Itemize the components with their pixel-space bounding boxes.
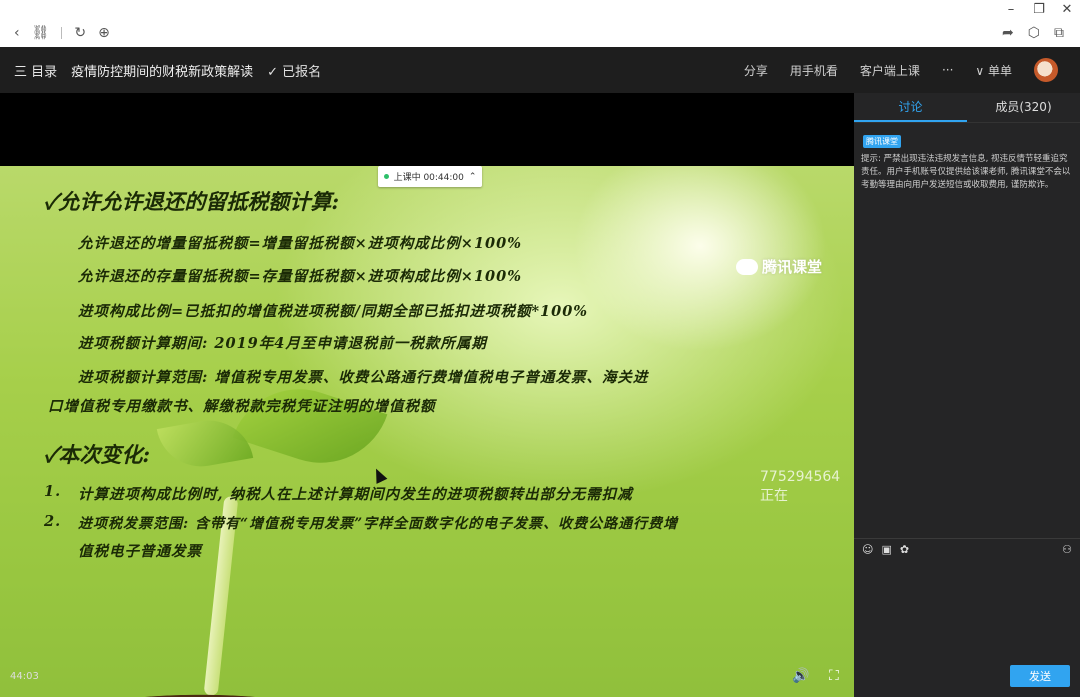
- slide-line-4: 进项税额计算期间: 2019年4月至申请退税前一税款所属期: [78, 335, 487, 352]
- image-icon[interactable]: ▣: [881, 543, 891, 556]
- chat-sidebar: 讨论 成员(320) 腾讯课堂 提示: 严禁出现违法违规发言信息, 视违反情节轻…: [854, 93, 1080, 697]
- slide-item-2b: 值税电子普通发票: [78, 543, 202, 560]
- nav-left: ‹ ⛓ ↻ ⊕: [14, 25, 110, 41]
- chat-tool-group: ☺ ▣ ✿: [862, 543, 909, 556]
- live-dot-icon: [383, 174, 389, 179]
- share-button[interactable]: 分享: [744, 62, 768, 79]
- cube-icon[interactable]: ⬡: [1028, 25, 1040, 41]
- slide-content: 腾讯课堂 ✓允许允许退还的留抵税额计算: 允许退还的增量留抵税额=增量留抵税额×…: [0, 166, 854, 697]
- chat-notice: 提示: 严禁出现违法违规发言信息, 视违反情节轻重追究责任。用户手机账号仅提供给…: [861, 154, 1071, 190]
- view-mode-dropdown[interactable]: ∨ 单单: [975, 62, 1012, 79]
- nav-divider: [61, 27, 63, 39]
- enrolled-status: ✓ 已报名: [267, 64, 322, 80]
- window-controls: – ❐ ✕: [1004, 2, 1074, 17]
- app-header: 三 目录 疫情防控期间的财税新政策解读 ✓ 已报名 分享 用手机看 客户端上课 …: [0, 47, 1080, 93]
- header-actions: 分享 用手机看 客户端上课 ··· ∨ 单单: [744, 47, 1058, 93]
- nav-right: ➦ ⬡ ⧉: [1002, 25, 1064, 41]
- course-title: 疫情防控期间的财税新政策解读: [71, 64, 254, 80]
- send-button[interactable]: 发送: [1010, 665, 1070, 687]
- header-left: 三 目录 疫情防控期间的财税新政策解读 ✓ 已报名: [14, 47, 321, 93]
- user-watermark: 775294564正在: [760, 469, 841, 504]
- slide-line-5a: 进项税额计算范围: 增值税专用发票、收费公路通行费增值税电子普通发票、海关进: [78, 369, 649, 386]
- slide-item-2-number: 2.: [44, 513, 62, 530]
- chat-toolbar: ☺ ▣ ✿ ⚇: [854, 538, 1080, 560]
- close-icon[interactable]: ✕: [1060, 2, 1074, 17]
- globe-icon[interactable]: ⊕: [98, 25, 110, 41]
- tencent-classroom-logo: 腾讯课堂: [736, 256, 822, 277]
- browser-chrome: – ❐ ✕ ‹ ⛓ ↻ ⊕ ➦ ⬡ ⧉: [0, 0, 1080, 47]
- mobile-watch-button[interactable]: 用手机看: [790, 62, 838, 79]
- slide-line-5b: 口增值税专用缴款书、解缴税款完税凭证注明的增值税额: [48, 398, 436, 415]
- slide-item-1-number: 1.: [44, 483, 62, 500]
- slide-item-2a: 进项税发票范围: 含带有“增值税专用发票”字样全面数字化的电子发票、收费公路通行…: [78, 516, 679, 532]
- live-status-pill[interactable]: 上课中 00:44:00 ⌃: [378, 166, 482, 187]
- refresh-icon[interactable]: ↻: [74, 25, 86, 41]
- emoji-icon[interactable]: ☺: [862, 543, 873, 556]
- window-icon[interactable]: ⧉: [1054, 25, 1064, 41]
- slide-heading-2: ✓本次变化:: [44, 442, 151, 467]
- slide-line-1: 允许退还的增量留抵税额=增量留抵税额×进项构成比例×100%: [78, 235, 522, 252]
- avatar[interactable]: [1034, 58, 1058, 82]
- brand-icon: [736, 258, 758, 275]
- tab-discussion[interactable]: 讨论: [854, 93, 967, 122]
- fullscreen-icon[interactable]: ⛶: [829, 668, 839, 684]
- restore-icon[interactable]: ❐: [1032, 2, 1046, 17]
- link-icon[interactable]: ⛓: [32, 25, 50, 41]
- brand-label: 腾讯课堂: [762, 258, 823, 276]
- share-icon[interactable]: ➦: [1002, 25, 1014, 41]
- more-button[interactable]: ···: [942, 63, 953, 77]
- catalog-button[interactable]: 三 目录: [14, 61, 57, 80]
- slide-line-2: 允许退还的存量留抵税额=存量留抵税额×进项构成比例×100%: [78, 268, 522, 285]
- mouse-cursor-icon: [370, 466, 388, 484]
- flower-icon[interactable]: ✿: [900, 543, 909, 556]
- sprout-leaf-right: [232, 371, 388, 481]
- client-class-button[interactable]: 客户端上课: [860, 62, 920, 79]
- soil-graphic: [0, 674, 854, 697]
- back-icon[interactable]: ‹: [14, 25, 20, 41]
- sidebar-tabs: 讨论 成员(320): [854, 93, 1080, 123]
- teacher-only-icon[interactable]: ⚇: [1062, 543, 1072, 556]
- volume-icon[interactable]: 🔊: [792, 668, 809, 684]
- video-timecode: 44:03: [10, 671, 39, 682]
- live-status-text: 上课中 00:44:00: [393, 173, 464, 183]
- chevron-up-icon[interactable]: ⌃: [469, 172, 477, 182]
- slide-heading-1: ✓允许允许退还的留抵税额计算:: [44, 189, 340, 214]
- video-player[interactable]: 腾讯课堂 ✓允许允许退还的留抵税额计算: 允许退还的增量留抵税额=增量留抵税额×…: [0, 93, 854, 697]
- slide-line-3: 进项构成比例=已抵扣的增值税进项税额/同期全部已抵扣进项税额*100%: [78, 303, 589, 320]
- slide-item-1: 计算进项构成比例时, 纳税人在上述计算期间内发生的进项税额转出部分无需扣减: [78, 486, 633, 503]
- tab-members[interactable]: 成员(320): [967, 93, 1080, 122]
- minimize-icon[interactable]: –: [1004, 2, 1018, 17]
- system-badge: 腾讯课堂: [863, 135, 901, 148]
